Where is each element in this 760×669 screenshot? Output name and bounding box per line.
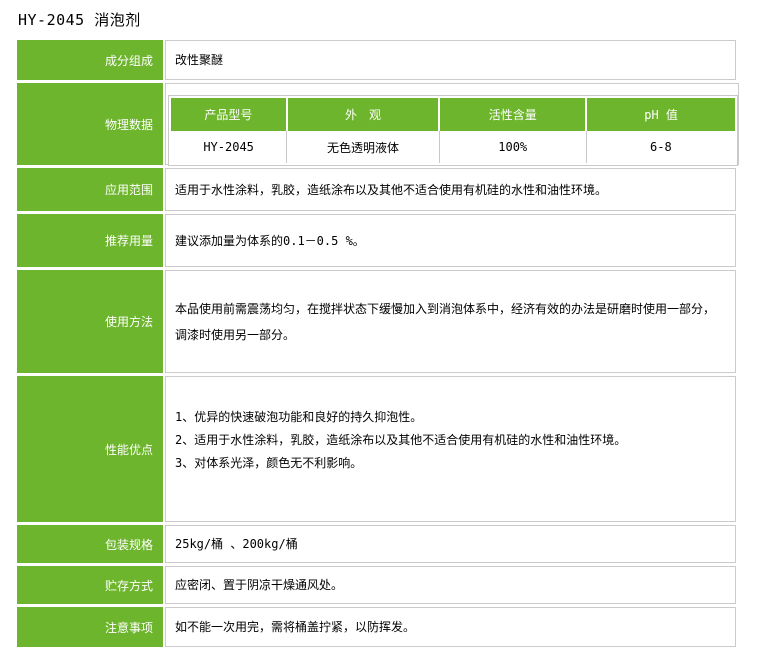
spec-row-composition: 成分组成 改性聚醚 bbox=[17, 40, 736, 80]
content-line: 25kg/桶 、200kg/桶 bbox=[175, 533, 719, 555]
spec-row-application: 应用范围 适用于水性涂料，乳胶，造纸涂布以及其他不适合使用有机硅的水性和油性环境… bbox=[17, 168, 736, 211]
row-label-physical-data: 物理数据 bbox=[17, 83, 163, 165]
row-content-composition: 改性聚醚 bbox=[165, 40, 736, 80]
spec-row-packaging: 包装规格 25kg/桶 、200kg/桶 bbox=[17, 525, 736, 563]
spec-row-storage: 贮存方式 应密闭、置于阴凉干燥通风处。 bbox=[17, 566, 736, 604]
physical-data-table: 产品型号 外 观 活性含量 pH 值 HY-2045 无色透明液体 100% 6… bbox=[168, 95, 738, 166]
physical-header-ph-value: pH 值 bbox=[586, 98, 735, 131]
spec-table: 成分组成 改性聚醚 物理数据 产品型号 外 观 活性含量 pH 值 bbox=[17, 40, 736, 647]
row-content-precautions: 如不能一次用完，需将桶盖拧紧，以防挥发。 bbox=[165, 607, 736, 647]
physical-value-product-model: HY-2045 bbox=[171, 131, 287, 163]
spec-row-precautions: 注意事项 如不能一次用完，需将桶盖拧紧，以防挥发。 bbox=[17, 607, 736, 647]
physical-value-ph-value: 6-8 bbox=[586, 131, 735, 163]
content-line: 改性聚醚 bbox=[175, 49, 719, 71]
product-datasheet: HY-2045 消泡剂 成分组成 改性聚醚 物理数据 产品型号 外 观 活性含量… bbox=[0, 9, 760, 647]
physical-header-product-model: 产品型号 bbox=[171, 98, 287, 131]
content-line: 3、对体系光泽，颜色无不利影响。 bbox=[175, 452, 719, 475]
row-content-usage-method: 本品使用前需震荡均匀，在搅拌状态下缓慢加入到消泡体系中，经济有效的办法是研磨时使… bbox=[165, 270, 736, 373]
row-label-performance-advantages: 性能优点 bbox=[17, 376, 163, 522]
row-content-storage: 应密闭、置于阴凉干燥通风处。 bbox=[165, 566, 736, 604]
row-label-dosage: 推荐用量 bbox=[17, 214, 163, 267]
row-label-packaging: 包装规格 bbox=[17, 525, 163, 563]
content-line: 建议添加量为体系的0.1－0.5 %。 bbox=[175, 230, 719, 252]
physical-header-active-content: 活性含量 bbox=[439, 98, 586, 131]
spec-row-performance-advantages: 性能优点 1、优异的快速破泡功能和良好的持久抑泡性。 2、适用于水性涂料，乳胶，… bbox=[17, 376, 736, 522]
content-line: 1、优异的快速破泡功能和良好的持久抑泡性。 bbox=[175, 406, 719, 429]
content-line: 本品使用前需震荡均匀，在搅拌状态下缓慢加入到消泡体系中，经济有效的办法是研磨时使… bbox=[175, 296, 719, 322]
spec-row-physical-data: 物理数据 产品型号 外 观 活性含量 pH 值 HY-2045 无色透明液体 bbox=[17, 83, 736, 165]
content-line: 适用于水性涂料，乳胶，造纸涂布以及其他不适合使用有机硅的水性和油性环境。 bbox=[175, 179, 719, 201]
row-content-performance-advantages: 1、优异的快速破泡功能和良好的持久抑泡性。 2、适用于水性涂料，乳胶，造纸涂布以… bbox=[165, 376, 736, 522]
row-content-packaging: 25kg/桶 、200kg/桶 bbox=[165, 525, 736, 563]
row-label-composition: 成分组成 bbox=[17, 40, 163, 80]
row-label-storage: 贮存方式 bbox=[17, 566, 163, 604]
row-content-physical-data: 产品型号 外 观 活性含量 pH 值 HY-2045 无色透明液体 100% 6… bbox=[165, 83, 739, 165]
physical-header-row: 产品型号 外 观 活性含量 pH 值 bbox=[171, 98, 735, 131]
spec-row-usage-method: 使用方法 本品使用前需震荡均匀，在搅拌状态下缓慢加入到消泡体系中，经济有效的办法… bbox=[17, 270, 736, 373]
physical-value-row: HY-2045 无色透明液体 100% 6-8 bbox=[171, 131, 735, 163]
spec-row-dosage: 推荐用量 建议添加量为体系的0.1－0.5 %。 bbox=[17, 214, 736, 267]
content-line: 应密闭、置于阴凉干燥通风处。 bbox=[175, 574, 719, 596]
row-label-usage-method: 使用方法 bbox=[17, 270, 163, 373]
page-title: HY-2045 消泡剂 bbox=[18, 9, 760, 40]
row-label-precautions: 注意事项 bbox=[17, 607, 163, 647]
row-content-dosage: 建议添加量为体系的0.1－0.5 %。 bbox=[165, 214, 736, 267]
content-line: 如不能一次用完，需将桶盖拧紧，以防挥发。 bbox=[175, 616, 719, 638]
physical-header-appearance: 外 观 bbox=[287, 98, 439, 131]
physical-value-active-content: 100% bbox=[439, 131, 586, 163]
row-label-application: 应用范围 bbox=[17, 168, 163, 211]
content-line: 调漆时使用另一部分。 bbox=[175, 322, 719, 348]
row-content-application: 适用于水性涂料，乳胶，造纸涂布以及其他不适合使用有机硅的水性和油性环境。 bbox=[165, 168, 736, 211]
content-line: 2、适用于水性涂料，乳胶，造纸涂布以及其他不适合使用有机硅的水性和油性环境。 bbox=[175, 429, 719, 452]
physical-value-appearance: 无色透明液体 bbox=[287, 131, 439, 163]
